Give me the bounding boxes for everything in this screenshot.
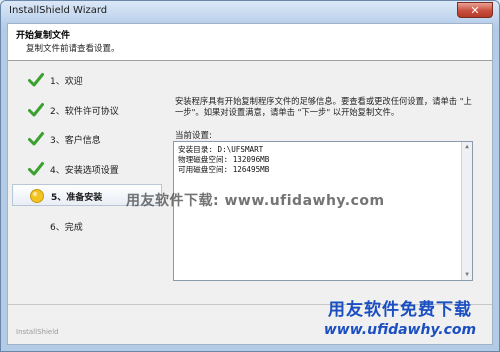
content-area: 安装程序具有开始复制程序文件的足够信息。要查看或更改任何设置，请单击 "上 一步…: [168, 64, 488, 314]
step-item-install-options: 4、安装选项设置: [12, 158, 162, 180]
header-title: 开始复制文件: [16, 31, 71, 41]
close-button[interactable]: ✕: [457, 2, 493, 18]
wizard-header: 开始复制文件 复制文件前请查看设置。: [8, 24, 492, 61]
check-icon: [28, 132, 44, 146]
scroll-down-icon[interactable]: ▼: [462, 270, 472, 280]
step-item-license: 2、软件许可协议: [12, 99, 162, 121]
step-item-welcome: 1、欢迎: [12, 69, 162, 91]
step-label: 1、欢迎: [50, 77, 83, 87]
settings-textbox[interactable]: 安装目录: D:\UFSMART 物理磁盘空间: 132096MB 可用磁盘空间…: [173, 141, 473, 281]
installshield-brand: InstallShield: [16, 328, 59, 336]
watermark-line: 用友软件免费下载: [328, 300, 472, 320]
check-icon: [28, 162, 44, 176]
step-label: 6、完成: [50, 223, 83, 233]
watermark-url: www.ufidawhy.com: [323, 322, 477, 338]
description-line: 一步"。如果对设置满意，请单击 "下一步" 以开始复制文件。: [175, 107, 400, 117]
scroll-up-icon[interactable]: ▲: [462, 142, 472, 152]
step-list: 1、欢迎 2、软件许可协议 3、客户信息 4、安装选项设置 5、准备安装 6、完…: [12, 69, 162, 269]
watermark-text: 用友软件下载: www.ufidawhy.com: [126, 193, 385, 209]
settings-line-install-dir: 安装目录: D:\UFSMART: [178, 145, 264, 154]
check-icon: [28, 73, 44, 87]
step-label: 4、安装选项设置: [50, 166, 119, 176]
description-line: 安装程序具有开始复制程序文件的足够信息。要查看或更改任何设置，请单击 "上: [175, 96, 472, 106]
watermark-logo: 用友软件免费下载 www.ufidawhy.com: [307, 299, 493, 349]
step-label: 5、准备安装: [51, 193, 103, 203]
settings-scrollbar[interactable]: ▲ ▼: [461, 142, 472, 280]
settings-line-free-disk: 可用磁盘空间: 126495MB: [178, 165, 270, 174]
header-subtitle: 复制文件前请查看设置。: [26, 44, 120, 54]
current-settings-label: 当前设置:: [175, 131, 212, 141]
step-label: 3、客户信息: [50, 136, 101, 146]
description-text: 安装程序具有开始复制程序文件的足够信息。要查看或更改任何设置，请单击 "上 一步…: [175, 96, 480, 118]
check-icon: [28, 103, 44, 117]
step-label: 2、软件许可协议: [50, 107, 119, 117]
title-bar[interactable]: InstallShield Wizard ✕: [1, 1, 499, 22]
installer-window: InstallShield Wizard ✕ 开始复制文件 复制文件前请查看设置…: [0, 0, 500, 352]
wizard-client-area: 开始复制文件 复制文件前请查看设置。 1、欢迎 2、软件许可协议 3、客户信息 …: [7, 23, 493, 345]
step-item-customer-info: 3、客户信息: [12, 128, 162, 150]
step-item-finish: 6、完成: [12, 215, 162, 237]
settings-line-physical-disk: 物理磁盘空间: 132096MB: [178, 155, 270, 164]
window-title: InstallShield Wizard: [9, 5, 108, 16]
current-step-bullet-icon: [30, 189, 44, 203]
